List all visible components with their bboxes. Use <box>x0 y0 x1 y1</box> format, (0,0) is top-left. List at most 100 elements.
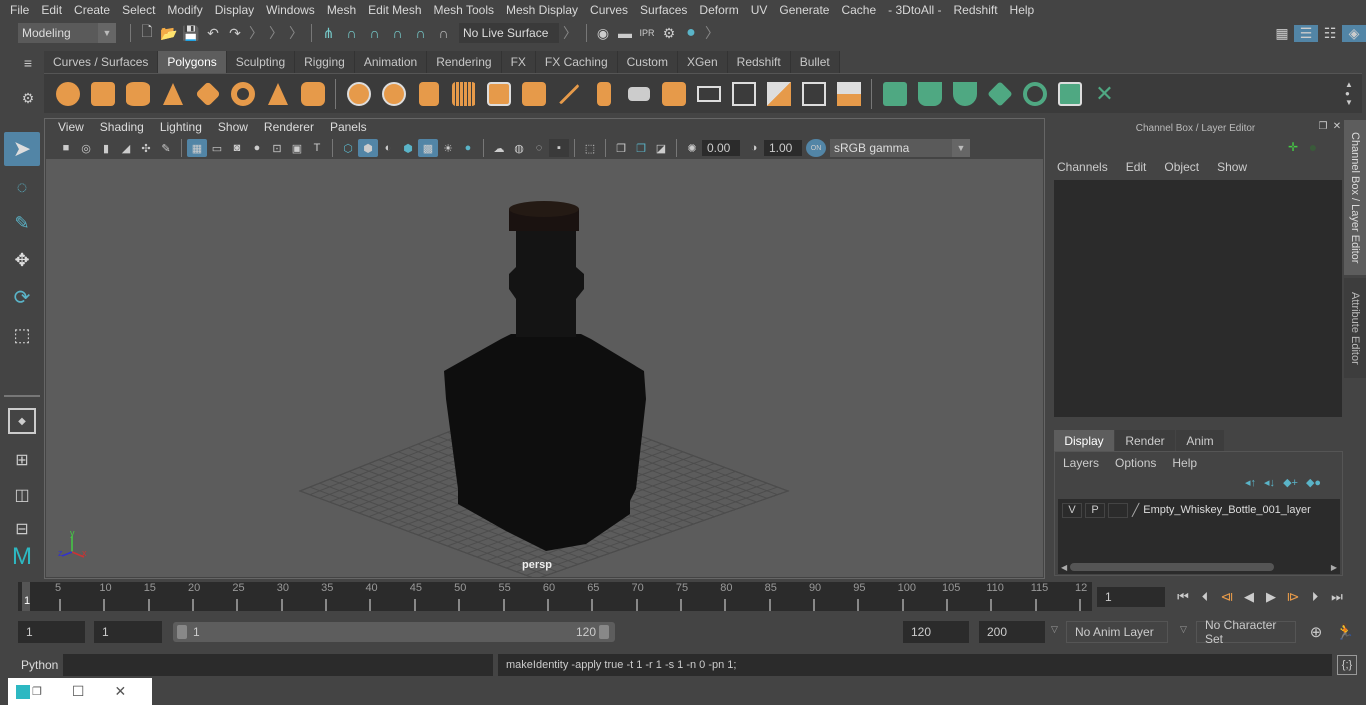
range-end-handle[interactable] <box>599 625 609 639</box>
target-weld-icon[interactable] <box>796 78 831 110</box>
uv-editor-icon[interactable] <box>1052 78 1087 110</box>
manipulator-icon[interactable]: ✛ <box>1285 139 1301 155</box>
colorspace-dropdown[interactable]: sRGB gamma ▼ <box>830 139 970 157</box>
menu-mesh-tools[interactable]: Mesh Tools <box>428 3 500 17</box>
xray-icon[interactable]: ❐ <box>611 139 631 157</box>
snap-grid-icon[interactable]: ⋔ <box>317 25 340 42</box>
shelf-tab-xgen[interactable]: XGen <box>677 51 728 73</box>
poly-pipe-icon[interactable] <box>295 78 330 110</box>
ambient-occlusion-icon[interactable]: ☁ <box>489 139 509 157</box>
end-time-field[interactable]: 200 <box>979 621 1045 643</box>
collapse-icon[interactable]: 〉 <box>559 23 581 43</box>
gate-mask-icon[interactable]: ● <box>247 139 267 157</box>
xray-components-icon[interactable]: ◪ <box>651 139 671 157</box>
unfold-uv-icon[interactable]: ✕ <box>1087 78 1122 110</box>
shelf-tab-custom[interactable]: Custom <box>617 51 678 73</box>
resolution-gate-icon[interactable]: ◙ <box>227 139 247 157</box>
float-panel-icon[interactable]: ❐ <box>1317 120 1329 132</box>
channel-menu-object[interactable]: Object <box>1155 160 1208 174</box>
move-tool-icon[interactable]: ✥ <box>4 243 40 277</box>
vp-menu-panels[interactable]: Panels <box>322 120 375 138</box>
field-chart-icon[interactable]: ⊡ <box>267 139 287 157</box>
menu-help[interactable]: Help <box>1004 3 1041 17</box>
current-frame-field[interactable]: 1 <box>1097 587 1165 607</box>
key-icon[interactable]: ● <box>1305 139 1321 155</box>
menu-cache[interactable]: Cache <box>835 3 882 17</box>
reduce-icon[interactable] <box>831 78 866 110</box>
color-management-toggle[interactable]: ON <box>806 139 826 157</box>
auto-key-icon[interactable]: ⊕ <box>1305 621 1327 643</box>
grid-icon[interactable]: ▦ <box>187 139 207 157</box>
shelf-tab-polygons[interactable]: Polygons <box>158 51 227 73</box>
layer-menu-help[interactable]: Help <box>1172 456 1197 470</box>
poly-cylinder-icon[interactable] <box>120 78 155 110</box>
vp-menu-show[interactable]: Show <box>210 120 256 138</box>
poly-cube-icon[interactable] <box>85 78 120 110</box>
start-time-field[interactable]: 1 <box>18 621 85 643</box>
anim-layer-dropdown[interactable]: No Anim Layer <box>1066 621 1168 643</box>
layer-hscrollbar[interactable]: ◀ ▶ <box>1058 561 1340 573</box>
close-icon[interactable]: ✕ <box>1331 120 1343 132</box>
isolate-select-icon[interactable]: ⬚ <box>580 139 600 157</box>
side-by-side-layout-icon[interactable]: ◫ <box>4 478 40 512</box>
booleans-icon[interactable] <box>481 78 516 110</box>
menu-select[interactable]: Select <box>116 3 161 17</box>
play-forwards-icon[interactable]: ▶ <box>1260 586 1282 608</box>
lasso-tool-icon[interactable]: ◌ <box>4 170 40 204</box>
shadows-icon[interactable]: ● <box>458 139 478 157</box>
camera-icon[interactable]: ■ <box>56 139 76 157</box>
camera-attributes-icon[interactable]: ◎ <box>76 139 96 157</box>
play-backwards-icon[interactable]: ◀ <box>1238 586 1260 608</box>
combine-icon[interactable] <box>341 78 376 110</box>
layer-tab-render[interactable]: Render <box>1115 430 1175 451</box>
safe-title-icon[interactable]: T <box>307 139 327 157</box>
menu-generate[interactable]: Generate <box>773 3 835 17</box>
wireframe-icon[interactable]: ⬡ <box>338 139 358 157</box>
2d-pan-zoom-icon[interactable]: ✣ <box>136 139 156 157</box>
shelf-tab-redshift[interactable]: Redshift <box>727 51 791 73</box>
side-tab-channel-box[interactable]: Channel Box / Layer Editor <box>1344 120 1366 275</box>
new-scene-icon[interactable]: 🗋 <box>136 21 158 45</box>
collapse-icon[interactable]: 〉 <box>246 23 266 43</box>
anti-aliasing-icon[interactable]: ◌ <box>529 139 549 157</box>
go-to-end-icon[interactable]: ⏭ <box>1326 586 1348 608</box>
menu-surfaces[interactable]: Surfaces <box>634 3 693 17</box>
menu-edit[interactable]: Edit <box>35 3 68 17</box>
layer-color-swatch[interactable]: ╱ <box>1132 503 1139 517</box>
separate-icon[interactable] <box>376 78 411 110</box>
modeling-toolkit-icon[interactable]: ▦ <box>1270 25 1294 42</box>
extract-icon[interactable] <box>516 78 551 110</box>
snap-view-plane-icon[interactable]: ∩ <box>386 25 409 41</box>
live-surface-field[interactable]: No Live Surface <box>459 23 559 43</box>
scroll-left-icon[interactable]: ◀ <box>1058 563 1070 572</box>
layer-row[interactable]: V P ╱ Empty_Whiskey_Bottle_001_layer <box>1058 501 1340 519</box>
shelf-tab-fx-caching[interactable]: FX Caching <box>535 51 618 73</box>
use-all-lights-icon[interactable]: ☀ <box>438 139 458 157</box>
menu-mesh[interactable]: Mesh <box>321 3 362 17</box>
channel-menu-edit[interactable]: Edit <box>1117 160 1156 174</box>
render-settings-icon[interactable]: ⚙ <box>658 25 680 42</box>
snap-point-icon[interactable]: ∩ <box>363 25 386 41</box>
poly-sphere-icon[interactable] <box>50 78 85 110</box>
bevel-icon[interactable] <box>656 78 691 110</box>
viewport-canvas[interactable]: y x z persp <box>46 159 1043 580</box>
four-view-layout-icon[interactable]: ⊞ <box>4 443 40 477</box>
insert-edge-loop-icon[interactable] <box>691 78 726 110</box>
fill-hole-icon[interactable] <box>761 78 796 110</box>
range-start-handle[interactable] <box>177 625 187 639</box>
paint-select-tool-icon[interactable]: ✎ <box>4 206 40 240</box>
render-current-frame-icon[interactable]: ▬ <box>614 25 636 41</box>
playback-start-field[interactable]: 1 <box>94 621 162 643</box>
image-plane-icon[interactable]: ◢ <box>116 139 136 157</box>
range-slider[interactable]: 1 120 <box>173 622 615 642</box>
render-view-icon[interactable]: ◉ <box>592 25 614 42</box>
undo-icon[interactable]: ↶ <box>202 25 224 42</box>
command-input[interactable] <box>63 654 493 676</box>
textured-icon[interactable]: ▩ <box>418 139 438 157</box>
open-scene-icon[interactable]: 📂 <box>158 25 180 42</box>
chevron-down-icon[interactable]: ▽ <box>1180 624 1187 635</box>
layer-playback-toggle[interactable]: P <box>1085 502 1105 518</box>
poly-pyramid-icon[interactable] <box>260 78 295 110</box>
depth-of-field-icon[interactable]: ▪ <box>549 139 569 157</box>
shelf-tab-animation[interactable]: Animation <box>354 51 428 73</box>
